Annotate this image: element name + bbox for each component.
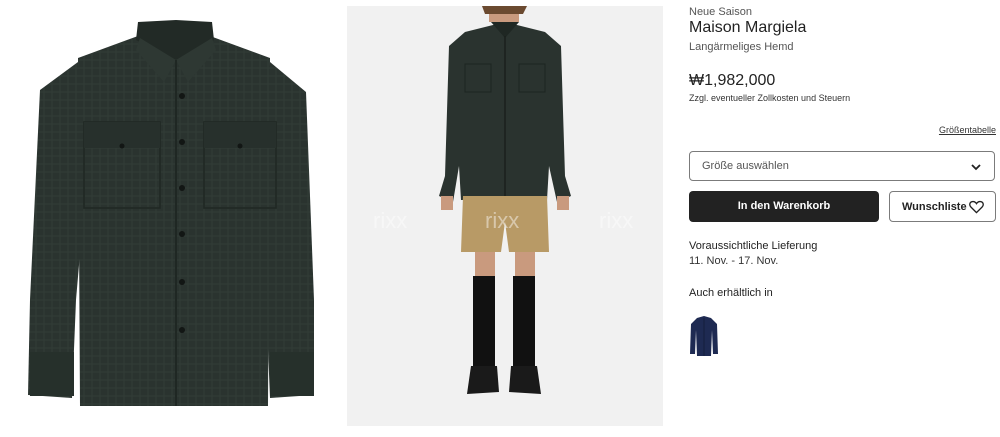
product-name: Langärmeliges Hemd: [689, 41, 794, 53]
watermark-text-3: rixx: [599, 208, 633, 233]
heart-icon: [969, 200, 984, 214]
delivery-title: Voraussichtliche Lieferung: [689, 240, 818, 252]
size-guide-link[interactable]: Größentabelle: [939, 125, 996, 135]
model-illustration: rixx rixx rixx: [373, 6, 633, 394]
shirt-flat-illustration: [28, 20, 314, 406]
season-label: Neue Saison: [689, 6, 752, 18]
wishlist-label: Wunschliste: [902, 201, 967, 213]
color-variant-navy[interactable]: [689, 316, 719, 356]
also-available-title: Auch erhältlich in: [689, 287, 773, 299]
size-dropdown[interactable]: Größe auswählen: [689, 151, 995, 181]
duties-note: Zzgl. eventueller Zollkosten und Steuern: [689, 93, 851, 103]
watermark-text-1: rixx: [373, 208, 407, 233]
watermark-text-2: rixx: [485, 208, 519, 233]
product-image-main[interactable]: [0, 0, 340, 432]
product-price: ₩1,982,000: [689, 72, 776, 89]
chevron-down-icon: [971, 164, 981, 171]
product-info-panel: Neue Saison Maison Margiela Langärmelige…: [689, 0, 997, 432]
product-image-model[interactable]: rixx rixx rixx: [347, 6, 663, 426]
add-to-cart-button[interactable]: In den Warenkorb: [689, 191, 879, 222]
brand-name[interactable]: Maison Margiela: [689, 19, 806, 37]
wishlist-button[interactable]: Wunschliste: [889, 191, 996, 222]
delivery-dates: 11. Nov. - 17. Nov.: [689, 255, 779, 267]
size-dropdown-label: Größe auswählen: [702, 160, 789, 172]
